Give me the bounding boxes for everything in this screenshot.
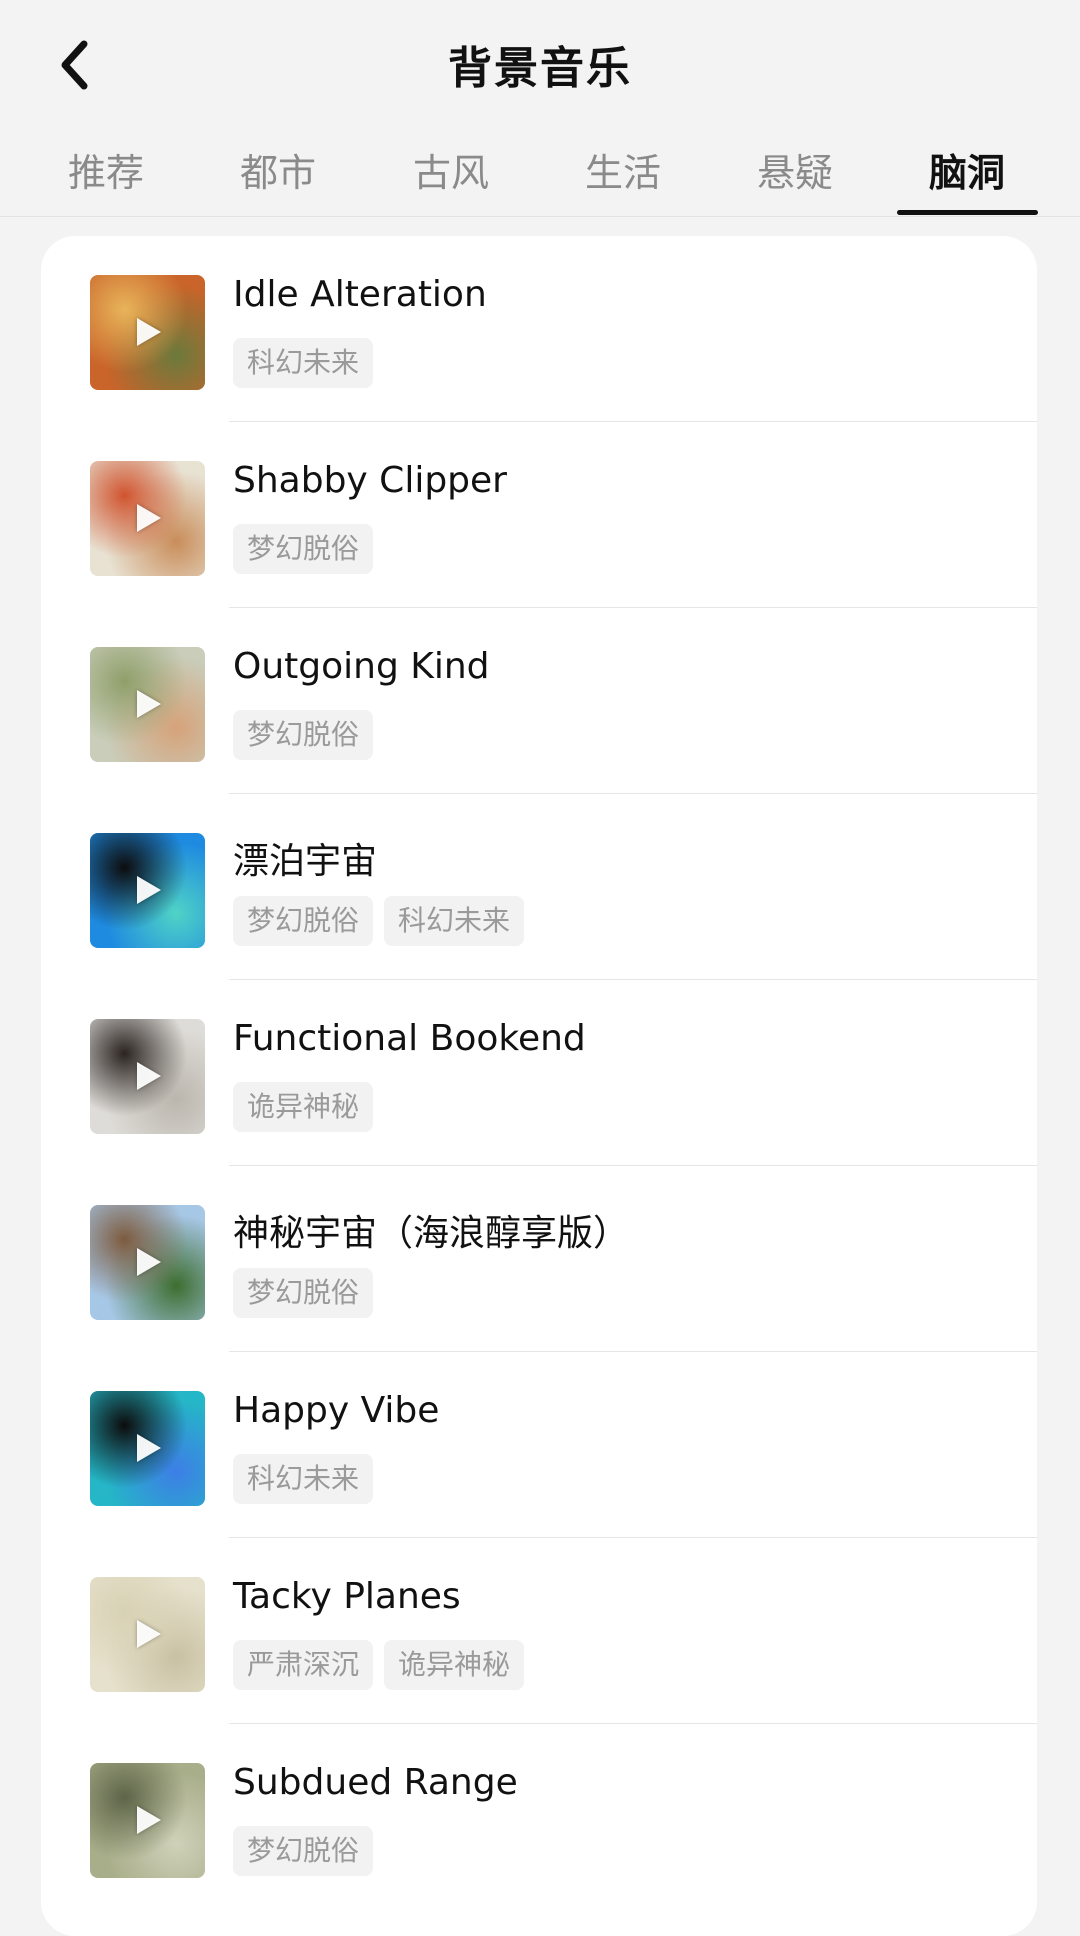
tag: 诡异神秘	[384, 1640, 525, 1690]
category-tabs: 推荐 都市 古风 生活 悬疑 脑洞	[0, 130, 1080, 217]
play-icon[interactable]	[137, 1620, 161, 1648]
track-title: Functional Bookend	[233, 1018, 586, 1059]
tag-list: 梦幻脱俗	[233, 1826, 374, 1876]
header: 背景音乐	[0, 0, 1080, 130]
play-icon[interactable]	[137, 1062, 161, 1090]
tag: 科幻未来	[384, 896, 525, 946]
tag: 梦幻脱俗	[233, 1826, 374, 1876]
tab-suspense[interactable]: 悬疑	[725, 142, 865, 197]
track-title: Tacky Planes	[233, 1576, 461, 1617]
track-cover[interactable]	[90, 275, 205, 390]
tag-list: 梦幻脱俗	[233, 524, 374, 574]
tab-recommended[interactable]: 推荐	[36, 142, 176, 197]
list-item[interactable]: Subdued Range 梦幻脱俗	[41, 1724, 1037, 1910]
tag-list: 严肃深沉 诡异神秘	[233, 1640, 525, 1690]
track-cover[interactable]	[90, 833, 205, 948]
tag: 诡异神秘	[233, 1082, 374, 1132]
tag-list: 梦幻脱俗 科幻未来	[233, 896, 525, 946]
track-cover[interactable]	[90, 1019, 205, 1134]
page-title: 背景音乐	[448, 43, 632, 94]
play-icon[interactable]	[137, 504, 161, 532]
play-icon[interactable]	[137, 318, 161, 346]
tag-list: 梦幻脱俗	[233, 710, 374, 760]
tab-life[interactable]: 生活	[553, 142, 693, 197]
track-cover[interactable]	[90, 1391, 205, 1506]
track-title: 神秘宇宙（海浪醇享版）	[233, 1213, 630, 1254]
tab-city[interactable]: 都市	[208, 142, 348, 197]
track-cover[interactable]	[90, 461, 205, 576]
tag-list: 科幻未来	[233, 338, 374, 388]
tag-list: 诡异神秘	[233, 1082, 374, 1132]
play-icon[interactable]	[137, 876, 161, 904]
list-item[interactable]: 漂泊宇宙 梦幻脱俗 科幻未来	[41, 794, 1037, 980]
track-cover[interactable]	[90, 1205, 205, 1320]
tag: 梦幻脱俗	[233, 524, 374, 574]
tag: 梦幻脱俗	[233, 1268, 374, 1318]
list-item[interactable]: 神秘宇宙（海浪醇享版） 梦幻脱俗	[41, 1166, 1037, 1352]
track-cover[interactable]	[90, 647, 205, 762]
list-item[interactable]: Tacky Planes 严肃深沉 诡异神秘	[41, 1538, 1037, 1724]
tab-ancient-style[interactable]: 古风	[381, 142, 521, 197]
tag: 科幻未来	[233, 338, 374, 388]
track-title: Shabby Clipper	[233, 460, 507, 501]
list-item[interactable]: Idle Alteration 科幻未来	[41, 236, 1037, 422]
list-item[interactable]: Happy Vibe 科幻未来	[41, 1352, 1037, 1538]
play-icon[interactable]	[137, 1248, 161, 1276]
list-item[interactable]: Outgoing Kind 梦幻脱俗	[41, 608, 1037, 794]
tag: 严肃深沉	[233, 1640, 374, 1690]
track-title: 漂泊宇宙	[233, 841, 378, 882]
tag-list: 梦幻脱俗	[233, 1268, 374, 1318]
tag: 梦幻脱俗	[233, 896, 374, 946]
list-item[interactable]: Functional Bookend 诡异神秘	[41, 980, 1037, 1166]
tag: 科幻未来	[233, 1454, 374, 1504]
play-icon[interactable]	[137, 1434, 161, 1462]
tab-brainstorm[interactable]: 脑洞	[897, 142, 1037, 197]
tag: 梦幻脱俗	[233, 710, 374, 760]
list-item[interactable]: Shabby Clipper 梦幻脱俗	[41, 422, 1037, 608]
track-title: Happy Vibe	[233, 1390, 440, 1431]
track-cover[interactable]	[90, 1763, 205, 1878]
tag-list: 科幻未来	[233, 1454, 374, 1504]
track-cover[interactable]	[90, 1577, 205, 1692]
track-title: Outgoing Kind	[233, 646, 490, 687]
play-icon[interactable]	[137, 1806, 161, 1834]
track-title: Subdued Range	[233, 1762, 518, 1803]
music-list: Idle Alteration 科幻未来 Shabby Clipper 梦幻脱俗…	[41, 236, 1037, 1936]
active-tab-indicator	[897, 210, 1038, 215]
play-icon[interactable]	[137, 690, 161, 718]
track-title: Idle Alteration	[233, 274, 487, 315]
